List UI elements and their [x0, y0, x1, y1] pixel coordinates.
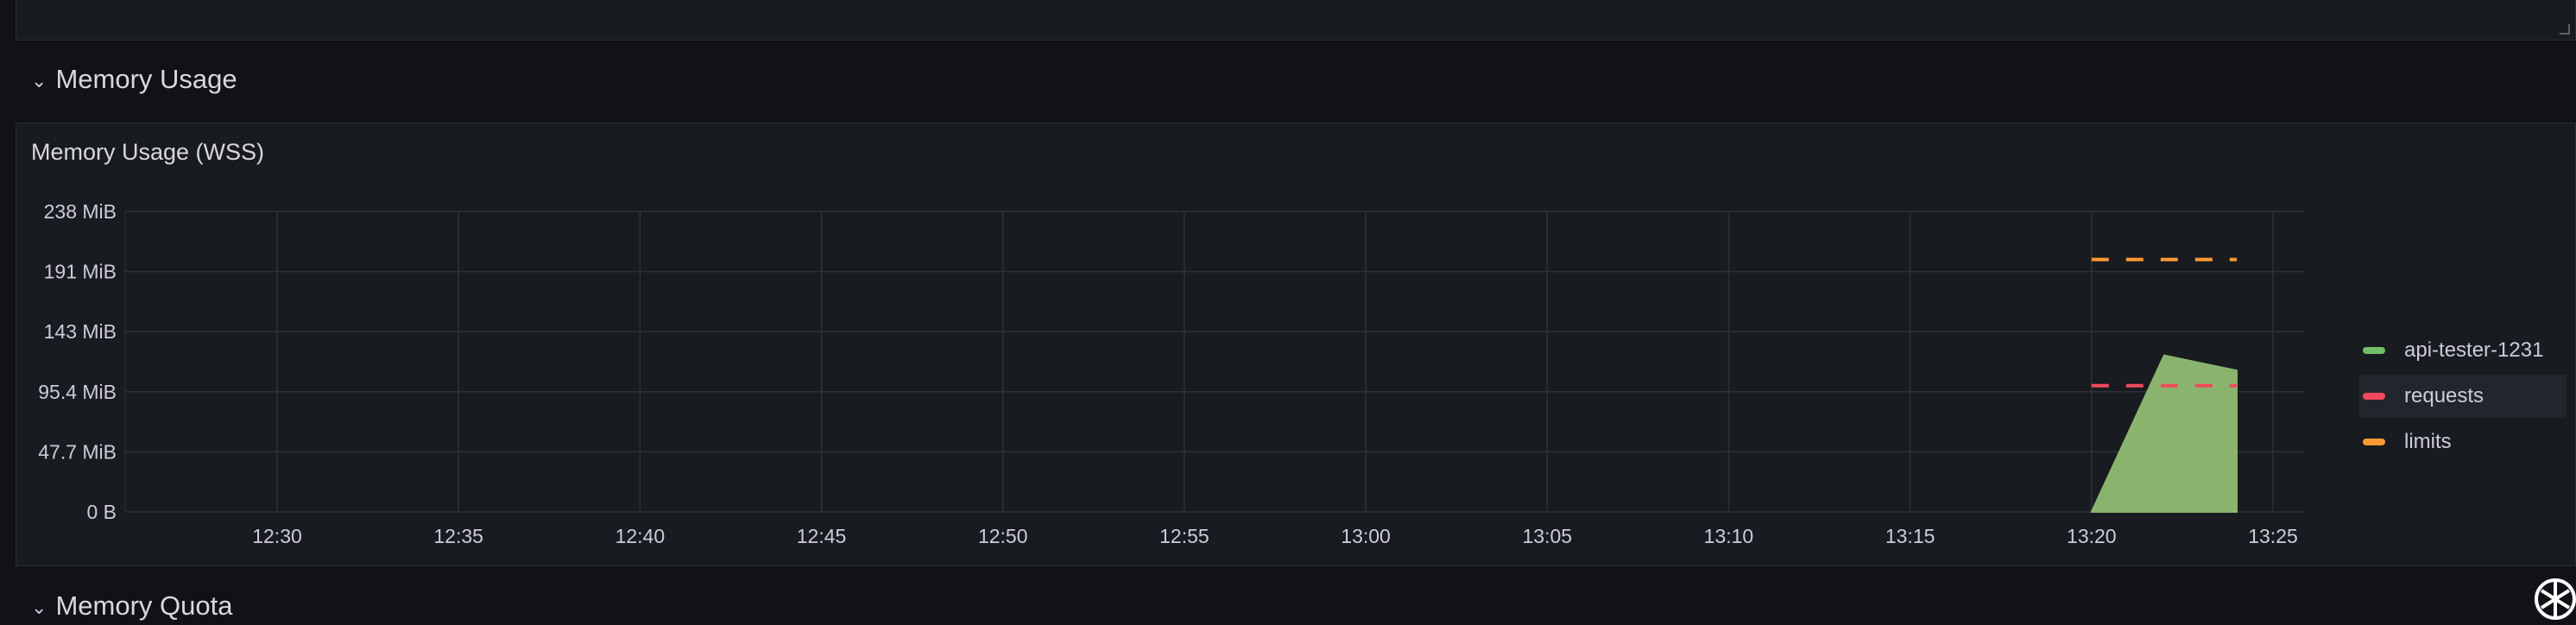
- chevron-down-icon: ⌄: [31, 597, 47, 618]
- x-tick-label: 12:35: [433, 525, 483, 547]
- y-tick-label: 238 MiB: [44, 200, 117, 223]
- y-tick-label: 95.4 MiB: [38, 381, 117, 403]
- x-tick-label: 13:00: [1341, 525, 1391, 547]
- chevron-down-icon: ⌄: [31, 70, 47, 92]
- y-tick-label: 191 MiB: [44, 261, 117, 283]
- legend-swatch: [2363, 393, 2385, 400]
- memory-usage-panel: Memory Usage (WSS) 0 B 47.7 MiB 95.4 MiB 14…: [16, 123, 2576, 566]
- x-tick-label: 13:15: [1885, 525, 1935, 547]
- legend-swatch: [2363, 439, 2385, 445]
- x-tick-label: 13:25: [2248, 525, 2298, 547]
- resize-handle-icon[interactable]: [2560, 24, 2570, 35]
- legend-item-api-tester[interactable]: api-tester-1231: [2359, 329, 2567, 372]
- x-tick-label: 12:45: [797, 525, 847, 547]
- y-tick-label: 143 MiB: [44, 320, 117, 343]
- row-memory-quota[interactable]: ⌄ Memory Quota: [31, 590, 232, 622]
- series-area-api-tester[interactable]: [2090, 354, 2238, 513]
- x-tick-label: 12:40: [616, 525, 666, 547]
- x-tick-label: 12:55: [1159, 525, 1209, 547]
- legend-label: api-tester-1231: [2404, 338, 2544, 362]
- row-title: Memory Quota: [55, 590, 233, 621]
- row-memory-usage[interactable]: ⌄ Memory Usage: [31, 64, 237, 95]
- legend-swatch: [2363, 347, 2385, 354]
- row-title: Memory Usage: [55, 64, 237, 94]
- legend-label: limits: [2404, 430, 2452, 453]
- legend-label: requests: [2404, 384, 2484, 407]
- legend-item-limits[interactable]: limits: [2359, 420, 2567, 464]
- chart-legend: api-tester-1231 requests limits: [2359, 329, 2567, 466]
- x-tick-label: 13:05: [1522, 525, 1572, 547]
- previous-panel: [16, 0, 2576, 41]
- x-tick-label: 12:50: [978, 525, 1028, 547]
- grafana-cloud-logo-icon: [2535, 578, 2576, 620]
- memory-usage-chart: 0 B 47.7 MiB 95.4 MiB 143 MiB 191 MiB 238 MiB…: [38, 200, 2304, 547]
- y-tick-label: 47.7 MiB: [38, 440, 117, 463]
- x-tick-label: 12:30: [252, 525, 302, 547]
- x-tick-label: 13:10: [1704, 525, 1754, 547]
- y-tick-label: 0 B: [86, 501, 117, 523]
- legend-item-requests[interactable]: requests: [2359, 375, 2567, 418]
- x-tick-label: 13:20: [2067, 525, 2117, 547]
